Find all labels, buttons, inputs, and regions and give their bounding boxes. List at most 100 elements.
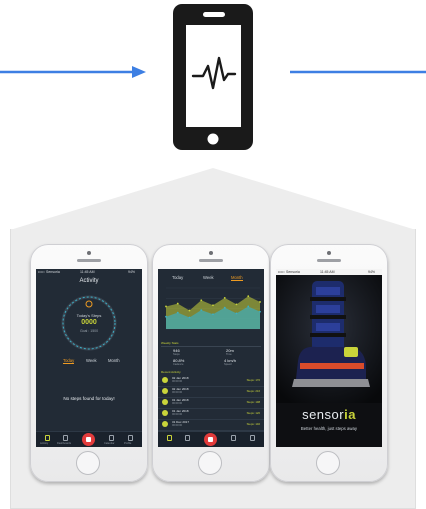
battery-label: 94%	[368, 270, 376, 274]
data-point	[223, 306, 226, 309]
phone-stats: Today Week Month Weekly Stats 946 Steps …	[152, 244, 270, 482]
data-point	[259, 310, 261, 313]
front-camera	[209, 251, 213, 255]
splash-screen: ••••○ Sensoria 11:45 AM 94% sensoria Bet…	[276, 269, 382, 447]
data-point	[165, 315, 167, 318]
empty-message: No steps found for today!	[63, 396, 115, 401]
steps-count: 0000	[81, 319, 97, 326]
goal-label: Goal : 1500	[79, 329, 99, 333]
data-point	[176, 311, 179, 314]
speaker	[199, 259, 223, 262]
stat-label: Time	[226, 353, 232, 356]
activity-icon[interactable]	[45, 435, 50, 441]
record-button[interactable]	[82, 433, 95, 446]
data-point	[188, 316, 191, 319]
footprint-icon	[162, 377, 168, 383]
footprint-icon	[162, 421, 168, 427]
data-point	[200, 299, 203, 302]
entry-time: 00:00:00	[172, 391, 183, 394]
data-point	[212, 304, 214, 307]
list-title: Recent Activity	[161, 370, 181, 374]
data-point	[235, 312, 238, 315]
footprint-icon	[85, 300, 93, 308]
calendar-icon[interactable]	[231, 435, 236, 441]
nav-activity-label: Activity	[40, 442, 49, 445]
stats-title: Weekly Stats	[161, 341, 179, 345]
stats-screen: Today Week Month Weekly Stats 946 Steps …	[158, 269, 264, 447]
ring-label: Today's Steps	[76, 313, 102, 318]
data-point	[223, 296, 226, 299]
battery-label: 94%	[128, 270, 136, 274]
tab-month[interactable]: Month	[231, 275, 243, 281]
calendar-icon[interactable]	[109, 435, 114, 441]
entry-steps: Steps: 198	[246, 400, 260, 404]
nav-dashboards-label: Dashboards	[57, 442, 71, 445]
data-point	[188, 309, 191, 312]
stop-icon	[208, 437, 213, 442]
tab-today[interactable]: Today	[63, 358, 75, 364]
activity-screen: ••••○ Sensoria 11:45 AM 94% Activity Tod…	[36, 269, 142, 447]
front-camera	[87, 251, 91, 255]
tab-week[interactable]: Week	[86, 358, 97, 363]
data-point	[165, 305, 167, 308]
front-camera	[327, 251, 331, 255]
home-button[interactable]	[316, 451, 340, 475]
activity-icon[interactable]	[167, 435, 172, 441]
brand-logo: sensoria	[276, 407, 382, 422]
phone-brand: ••••○ Sensoria 11:45 AM 94% sensoria Bet…	[270, 244, 388, 482]
brand-suffix: ia	[344, 407, 356, 422]
footprint-icon	[162, 399, 168, 405]
profile-icon[interactable]	[250, 435, 255, 441]
stat-label: Cadence	[173, 363, 184, 366]
tab-week[interactable]: Week	[203, 275, 214, 280]
page-title: Activity	[79, 278, 99, 284]
footprint-icon	[162, 388, 168, 394]
entry-time: 00:00:00	[172, 424, 183, 427]
home-button[interactable]	[76, 451, 100, 475]
status-bar: ••••○ Sensoria 11:45 AM 94%	[36, 269, 142, 275]
nav-calendar-label: Calendar	[104, 442, 115, 445]
arrow-head-right	[132, 66, 146, 78]
house-roof	[10, 168, 416, 230]
stop-icon	[86, 437, 91, 442]
speaker	[77, 259, 101, 262]
entry-steps: Steps: 140	[246, 422, 260, 426]
data-point	[247, 305, 250, 308]
data-point	[259, 301, 261, 303]
tagline: Better health, just steps away	[300, 426, 358, 431]
dashboard-icon[interactable]	[63, 435, 68, 441]
entry-steps: Steps: 120	[246, 411, 260, 415]
nav-profile-label: Profile	[124, 442, 132, 445]
carrier-label: ••••○ Sensoria	[278, 270, 300, 274]
carrier-label: ••••○ Sensoria	[38, 270, 60, 274]
data-point	[212, 313, 214, 316]
stat-label: Speed	[224, 363, 232, 366]
entry-time: 00:00:00	[172, 413, 183, 416]
stat-label: Steps	[173, 353, 180, 356]
entry-time: 00:00:00	[172, 380, 183, 383]
footprint-icon	[162, 410, 168, 416]
entry-steps: Steps: 216	[246, 389, 260, 393]
entry-time: 00:00:00	[172, 402, 183, 405]
time-label: 11:45 AM	[80, 270, 95, 274]
top-diagram	[0, 4, 426, 230]
data-point	[247, 295, 250, 298]
record-button[interactable]	[204, 433, 217, 446]
data-point	[200, 309, 203, 312]
phone-heartbeat-icon	[173, 4, 253, 150]
bottom-tab-bar	[158, 431, 264, 447]
data-point	[235, 303, 238, 306]
profile-icon[interactable]	[128, 435, 133, 441]
entry-steps: Steps: 170	[246, 378, 260, 382]
bottom-tab-bar: Activity Dashboards Calendar Profile	[36, 431, 142, 447]
time-label: 11:45 AM	[320, 270, 335, 274]
dashboard-icon[interactable]	[185, 435, 190, 441]
list-item[interactable]: 31 Dec 2017 00:00:00 Steps: 140	[158, 419, 264, 431]
tab-month[interactable]: Month	[108, 358, 120, 363]
brand-prefix: sensor	[302, 407, 345, 422]
home-button[interactable]	[198, 451, 222, 475]
walker-boot-image	[276, 275, 382, 403]
phone-activity: ••••○ Sensoria 11:45 AM 94% Activity Tod…	[30, 244, 148, 482]
tab-today[interactable]: Today	[172, 275, 183, 280]
speaker	[317, 259, 341, 262]
